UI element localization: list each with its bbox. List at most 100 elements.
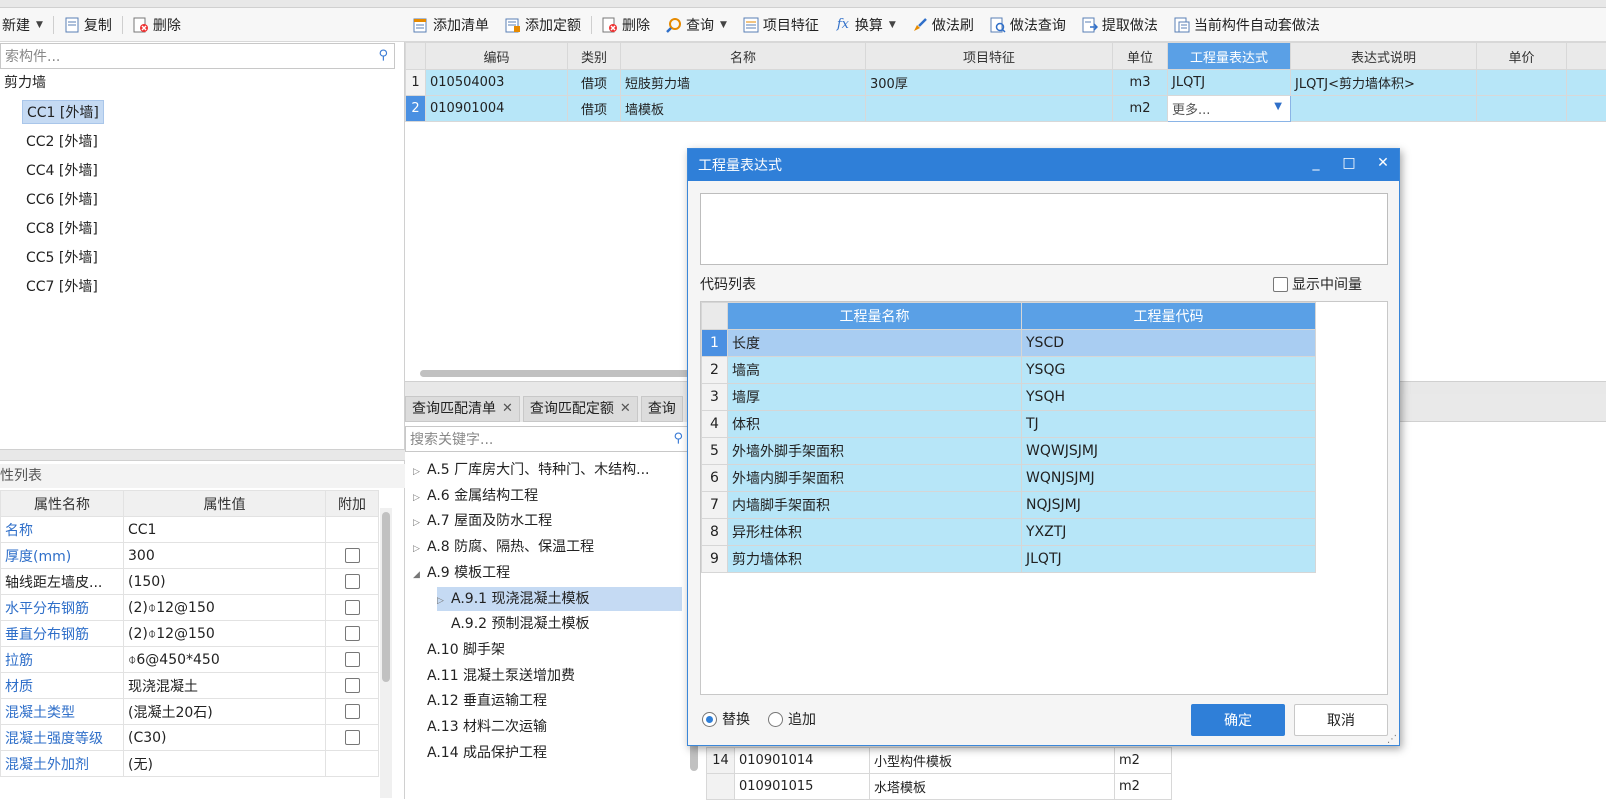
attr-checkbox[interactable] [345,730,360,745]
attr-row[interactable]: 拉筋⌽6@450*450 [1,647,379,673]
expanded-arrow-icon[interactable]: ◢ [413,563,427,587]
delete-item-button[interactable]: 删除 [594,12,658,38]
attr-checkbox[interactable] [345,652,360,667]
grid-hscrollbar[interactable] [420,370,700,377]
grid-header-code[interactable]: 编码 [426,43,568,70]
row-number[interactable]: 1 [406,70,426,96]
copy-button[interactable]: 复制 [56,12,120,38]
code-row[interactable]: 3墙厚YSQH [702,384,1316,411]
tree-root[interactable]: 剪力墙 [0,71,50,95]
grid-header-type[interactable]: 类别 [568,43,621,70]
quantity-name[interactable]: 长度 [728,330,1022,357]
tree-item-cc8[interactable]: CC8 [外墙] [22,217,102,241]
lib-tree-item[interactable]: A.10 脚手架 [413,638,505,662]
attr-row[interactable]: 垂直分布钢筋(2)⌽12@150 [1,621,379,647]
row-number[interactable]: 6 [702,465,728,492]
auto-method-button[interactable]: 当前构件自动套做法 [1166,12,1328,38]
attr-checkbox[interactable] [345,548,360,563]
chevron-down-icon[interactable]: ▼ [720,20,727,30]
component-search[interactable]: 索构件... ⚲ [0,43,395,69]
attr-value[interactable]: (150) [124,569,326,595]
cell-description[interactable] [1291,96,1477,122]
lib-tree-item[interactable]: ▷A.9.1 现浇混凝土模板 [437,587,682,611]
tree-item-cc2[interactable]: CC2 [外墙] [22,130,102,154]
table-row[interactable]: 010901015 水塔模板 m2 [707,774,1172,800]
tree-item-cc1[interactable]: CC1 [外墙] [22,100,104,124]
cell-code[interactable]: 010504003 [426,70,568,96]
add-quota-button[interactable]: 添加定额 [497,12,589,38]
quantity-name[interactable]: 墙高 [728,357,1022,384]
attr-header-value[interactable]: 属性值 [124,491,326,517]
grid-header-description[interactable]: 表达式说明 [1291,43,1477,70]
cell-unit[interactable]: m3 [1113,70,1168,96]
convert-button[interactable]: fx 换算 ▼ [827,12,904,38]
lib-tree-item[interactable]: ▷A.7 屋面及防水工程 [413,509,552,533]
code-header-name[interactable]: 工程量名称 [728,303,1022,330]
lib-tree-item[interactable]: A.13 材料二次运输 [413,715,547,739]
code-header-code[interactable]: 工程量代码 [1022,303,1316,330]
tab-match-list[interactable]: 查询匹配清单✕ [405,396,520,422]
cell-unit[interactable]: m2 [1115,748,1172,774]
code-row[interactable]: 4体积TJ [702,411,1316,438]
quantity-code[interactable]: YSCD [1022,330,1316,357]
cell-name[interactable]: 水塔模板 [870,774,1115,800]
cell-unit[interactable]: m2 [1113,96,1168,122]
expression-dropdown[interactable]: 更多... ▼ [1168,96,1291,122]
replace-radio[interactable]: 替换 [702,709,750,729]
dialog-titlebar[interactable]: 工程量表达式 [688,149,1399,181]
attr-row[interactable]: 混凝土外加剂(无) [1,751,379,777]
cell-price[interactable] [1477,70,1567,96]
attr-row[interactable]: 混凝土类型(混凝土20石) [1,699,379,725]
cell-name[interactable]: 短肢剪力墙 [621,70,866,96]
checkbox-box[interactable] [1273,277,1288,292]
lib-search-placeholder[interactable]: 搜索关键字... [410,429,493,449]
table-row[interactable]: 1 010504003 借项 短肢剪力墙 300厚 m3 JLQTJ JLQTJ… [406,70,1606,96]
lib-tree-item[interactable]: A.12 垂直运输工程 [413,689,547,713]
quantity-code[interactable]: NQJSJMJ [1022,492,1316,519]
attr-checkbox[interactable] [345,704,360,719]
quantity-code[interactable]: WQWJSJMJ [1022,438,1316,465]
attr-checkbox[interactable] [345,574,360,589]
quantity-code[interactable]: WQNJSJMJ [1022,465,1316,492]
append-radio[interactable]: 追加 [768,709,816,729]
tab-match-quota[interactable]: 查询匹配定额✕ [523,396,638,422]
code-row[interactable]: 6外墙内脚手架面积WQNJSJMJ [702,465,1316,492]
quantity-name[interactable]: 外墙内脚手架面积 [728,465,1022,492]
attr-checkbox[interactable] [345,626,360,641]
chevron-down-icon[interactable]: ▼ [889,20,896,30]
show-intermediate-checkbox[interactable]: 显示中间量 [1273,274,1362,294]
quantity-name[interactable]: 内墙脚手架面积 [728,492,1022,519]
quantity-name[interactable]: 剪力墙体积 [728,546,1022,573]
quantity-code[interactable]: YXZTJ [1022,519,1316,546]
code-row[interactable]: 9剪力墙体积JLQTJ [702,546,1316,573]
attr-checkbox[interactable] [345,600,360,615]
query-button[interactable]: 查询 ▼ [658,12,735,38]
lib-tree-item[interactable]: ◢A.9 模板工程 [413,561,510,585]
cell-type[interactable]: 借项 [568,70,621,96]
radio-button[interactable] [768,712,783,727]
scrollbar-thumb[interactable] [382,512,390,682]
row-number[interactable] [707,774,735,800]
attr-value[interactable]: (C30) [124,725,326,751]
new-button[interactable]: 新建 ▼ [0,12,51,38]
table-row[interactable]: 2 010901004 借项 墙模板 m2 更多... ▼ [406,96,1606,122]
expand-arrow-icon[interactable]: ▷ [413,511,427,535]
expand-arrow-icon[interactable]: ▷ [437,589,451,613]
cell-code[interactable]: 010901014 [735,748,870,774]
cell-code[interactable]: 010901015 [735,774,870,800]
attr-header-name[interactable]: 属性名称 [1,491,124,517]
cell-name[interactable]: 墙模板 [621,96,866,122]
attr-value[interactable]: (2)⌽12@150 [124,595,326,621]
cell-expression[interactable]: JLQTJ [1168,70,1291,96]
add-list-button[interactable]: 添加清单 [405,12,497,38]
cell-type[interactable]: 借项 [568,96,621,122]
row-number[interactable]: 2 [406,96,426,122]
splitter[interactable] [0,449,405,461]
search-icon[interactable]: ⚲ [673,431,683,446]
row-number[interactable]: 3 [702,384,728,411]
quantity-code[interactable]: JLQTJ [1022,546,1316,573]
ok-button[interactable]: 确定 [1191,704,1285,736]
quantity-name[interactable]: 墙厚 [728,384,1022,411]
attr-row[interactable]: 混凝土强度等级(C30) [1,725,379,751]
attr-value[interactable]: CC1 [124,517,326,543]
